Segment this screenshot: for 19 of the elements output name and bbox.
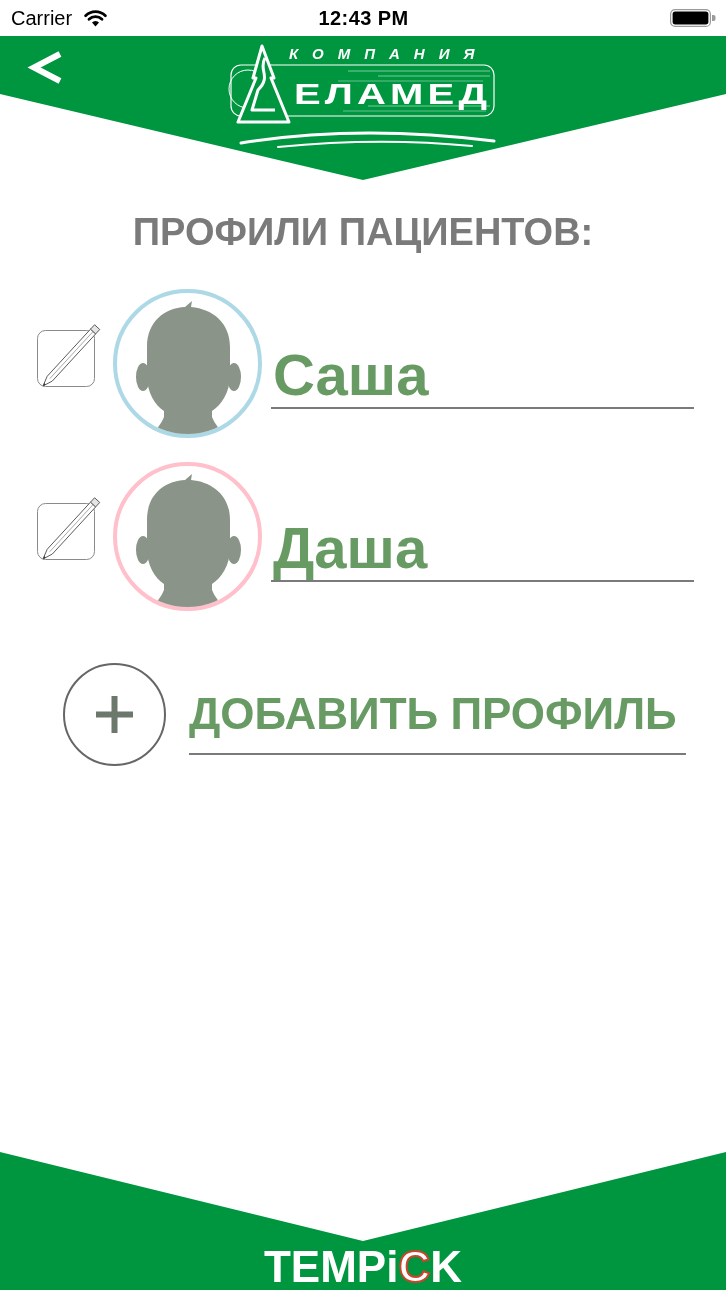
profile-name[interactable]: Даша — [271, 519, 694, 582]
page-title: ПРОФИЛИ ПАЦИЕНТОВ: — [132, 211, 594, 253]
edit-button[interactable] — [37, 323, 102, 388]
carrier-label: Carrier — [11, 6, 73, 30]
edit-button[interactable] — [37, 496, 102, 561]
wifi-icon — [83, 9, 109, 27]
profile-name[interactable]: Саша — [271, 346, 694, 409]
logo-caption: КОМПАНИЯ — [289, 46, 489, 61]
back-button[interactable] — [26, 50, 62, 85]
add-profile-button[interactable]: ДОБАВИТЬ ПРОФИЛЬ — [63, 663, 686, 766]
battery-icon — [670, 9, 716, 27]
brand-logo-text: TEMPiCK — [264, 1245, 462, 1289]
back-icon — [26, 50, 62, 85]
logo-wordmark: ЕЛАМЕД — [294, 80, 492, 109]
tree-emblem-icon — [236, 44, 291, 124]
pencil-icon — [37, 323, 102, 388]
status-time: 12:43 PM — [318, 6, 409, 30]
plus-circle-icon — [63, 663, 166, 766]
pencil-icon — [37, 496, 102, 561]
